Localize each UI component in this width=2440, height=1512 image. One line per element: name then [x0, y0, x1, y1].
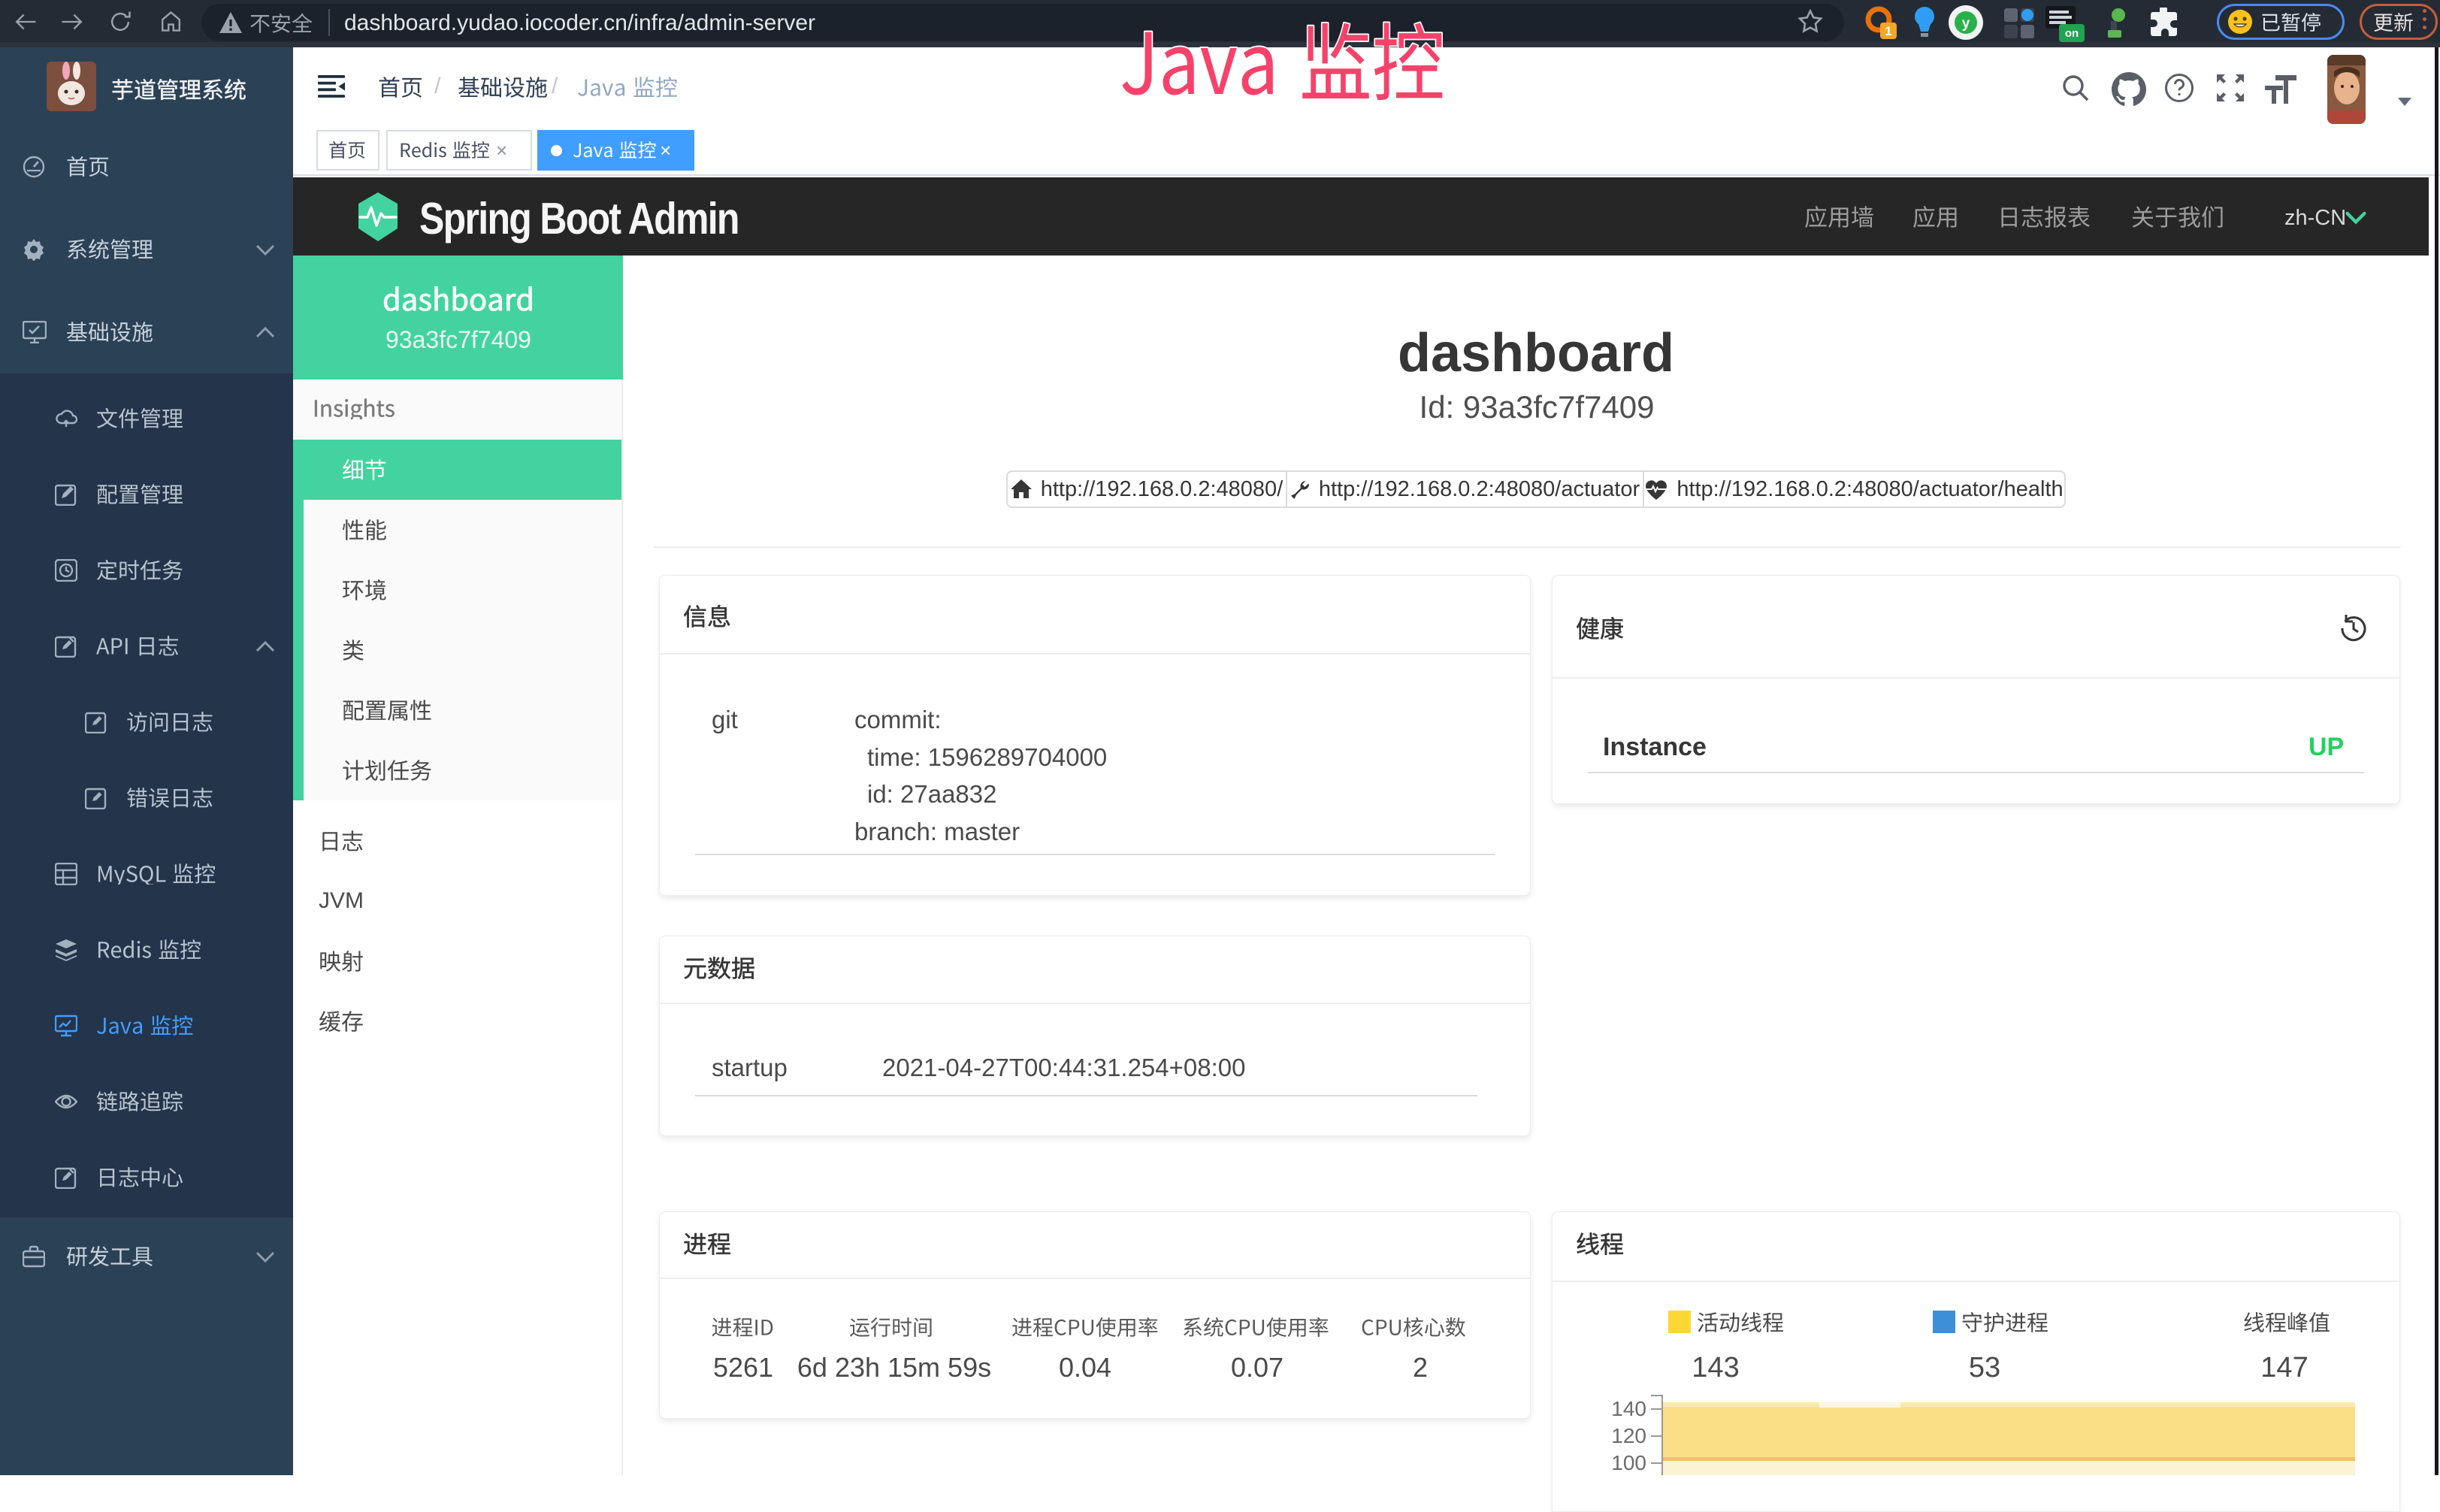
- svg-text:1: 1: [1885, 24, 1891, 38]
- svg-text:y: y: [1962, 16, 1970, 32]
- svg-text:on: on: [2065, 27, 2079, 40]
